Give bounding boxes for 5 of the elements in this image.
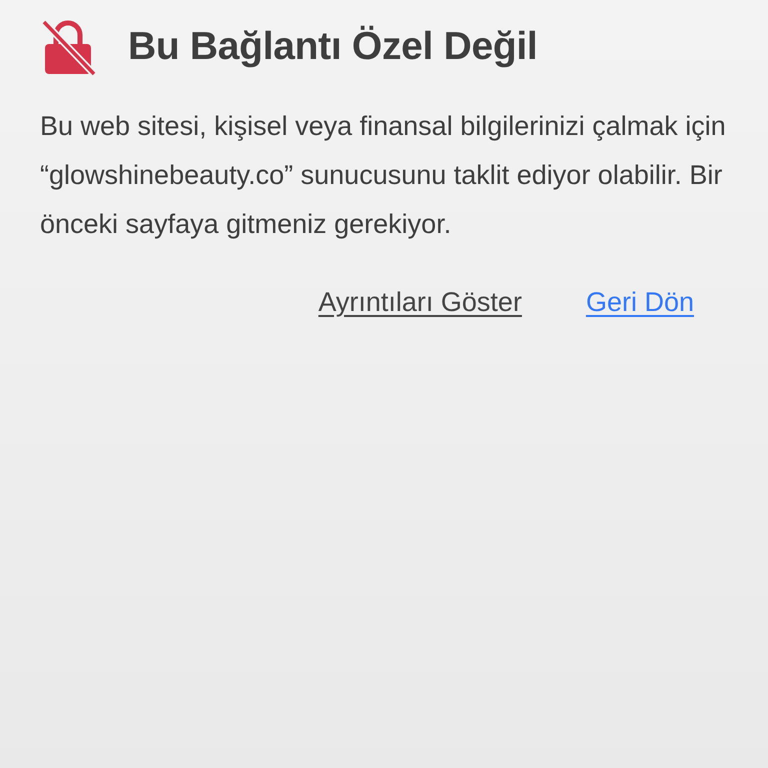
broken-lock-icon <box>40 18 96 76</box>
warning-title: Bu Bağlantı Özel Değil <box>128 25 538 69</box>
warning-message: Bu web sitesi, kişisel veya finansal bilgilerinizi çalmak için “glowshinebeauty.co” sunucusunu taklit ediyor olabilir. Bir önceki sayfaya gitmeniz gerekiyor. <box>40 110 727 241</box>
back-link[interactable]: Geri Dön <box>586 287 694 318</box>
details-link[interactable]: Ayrıntıları Göster <box>318 287 522 318</box>
